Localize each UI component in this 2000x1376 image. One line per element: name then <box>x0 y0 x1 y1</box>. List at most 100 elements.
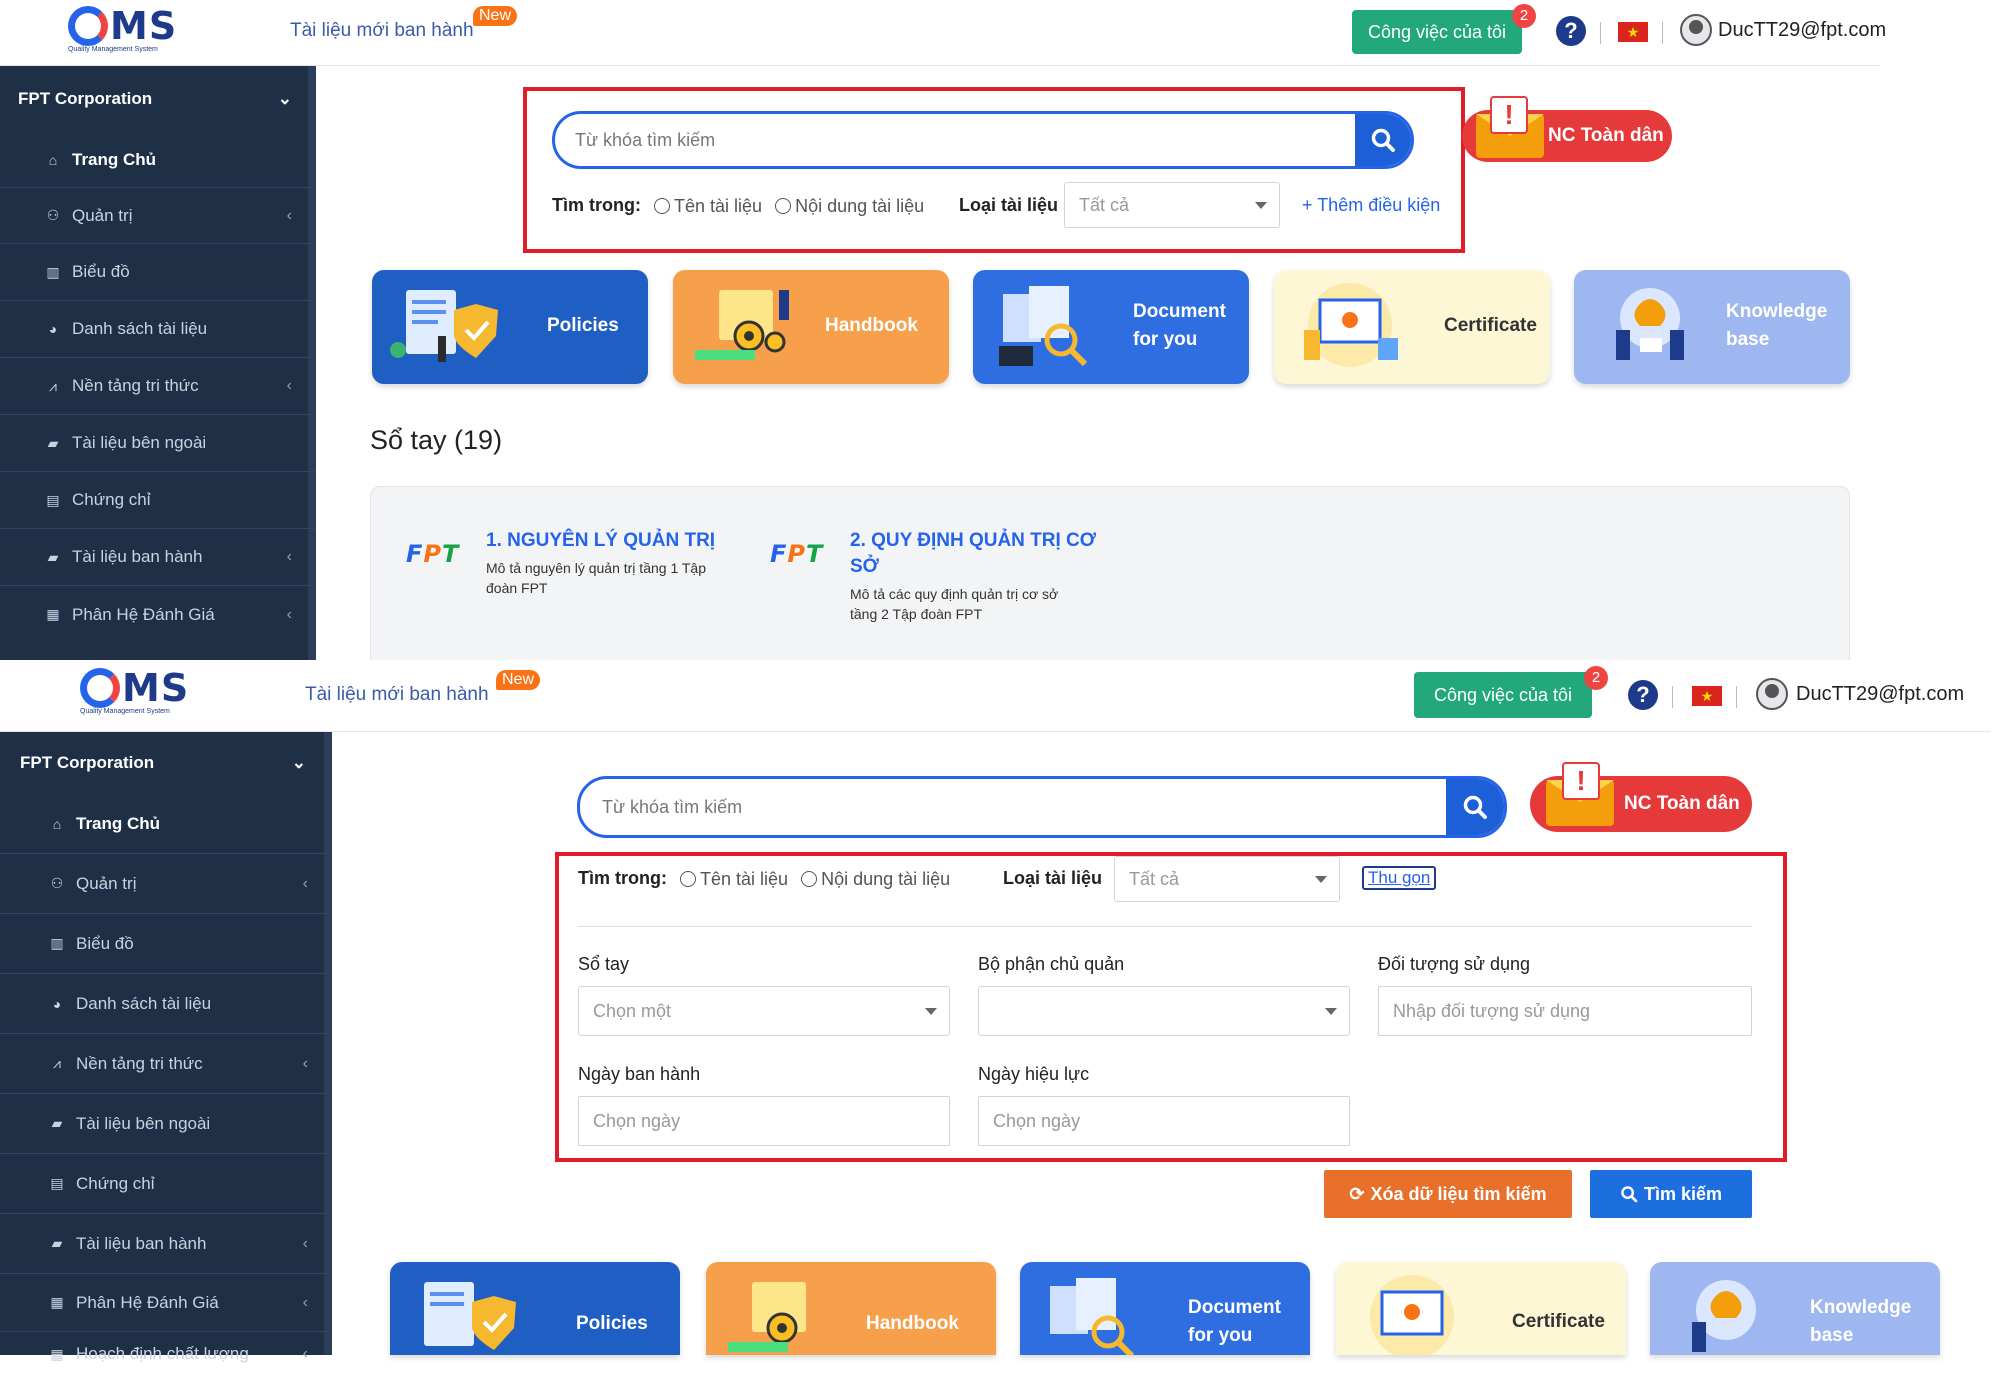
refresh-icon: ⟳ <box>1349 1183 1365 1204</box>
book-title-link[interactable]: 1. NGUYÊN LÝ QUẢN TRỊ <box>486 528 726 554</box>
sidebar-item-charts[interactable]: ▥ Biểu đồ <box>0 914 332 974</box>
doc-type-label: Loại tài liệu <box>1003 868 1103 888</box>
card-policies[interactable]: Policies <box>372 270 648 384</box>
vietnam-flag-icon[interactable]: ★ <box>1692 686 1722 706</box>
card-certificate[interactable]: Certificate <box>1336 1262 1626 1355</box>
card-document-for-you[interactable]: Document for you <box>1020 1262 1310 1355</box>
effective-date-label: Ngày hiệu lực <box>978 1064 1090 1084</box>
top-header: MS Quality Management System Tài liệu mớ… <box>0 0 1886 66</box>
search-input[interactable]: Từ khóa tìm kiếm <box>575 130 715 151</box>
handbook-select[interactable]: Chọn một <box>578 986 950 1036</box>
radio-label-name: Tên tài liệu <box>700 868 789 889</box>
chevron-left-icon: ‹ <box>302 1345 308 1362</box>
sidebar-item-certificates[interactable]: ▤ Chứng chỉ <box>0 472 316 529</box>
card-document-for-you[interactable]: Document for you <box>973 270 1249 384</box>
book-description: Mô tả nguyên lý quản trị tầng 1 Tập đoàn… <box>486 560 706 596</box>
radio-document-name[interactable] <box>680 871 696 888</box>
submit-search-button[interactable]: Tìm kiếm <box>1590 1170 1752 1218</box>
sidebar-item-knowledge[interactable]: ⩘ Nền tảng tri thức ‹ <box>0 358 316 415</box>
card-handbook[interactable]: Handbook <box>673 270 949 384</box>
calendar-icon: ▦ <box>50 1294 64 1310</box>
card-handbook[interactable]: Handbook <box>706 1262 996 1355</box>
new-badge: New <box>496 670 541 690</box>
sidebar-item-document-list[interactable]: ◕ Danh sách tài liệu <box>0 974 332 1034</box>
search-input[interactable]: Từ khóa tìm kiếm <box>602 797 742 818</box>
user-avatar-icon[interactable] <box>1680 14 1712 46</box>
policies-illustration-icon <box>424 1282 516 1350</box>
org-selector[interactable]: FPT Corporation ⌄ <box>0 732 332 794</box>
users-icon: ⚇ <box>46 207 60 223</box>
radio-label-content: Nội dung tài liệu <box>821 868 951 889</box>
bar-chart-icon: ▥ <box>46 263 60 280</box>
search-button[interactable] <box>1446 779 1504 835</box>
logo-text: MS <box>110 4 178 48</box>
knowledge-illustration-icon <box>1692 1280 1756 1352</box>
sidebar-item-home[interactable]: ⌂ Trang Chủ <box>0 794 332 854</box>
qms-logo[interactable]: MS Quality Management System <box>80 668 210 722</box>
sidebar-item-home[interactable]: ⌂ Trang Chủ <box>0 132 316 188</box>
chevron-left-icon: ‹ <box>302 1234 308 1252</box>
sidebar-item-external-docs[interactable]: ▰ Tài liệu bên ngoài <box>0 1094 332 1154</box>
users-icon: ⚇ <box>50 875 64 891</box>
card-title: Document for you <box>1133 301 1226 350</box>
sidebar-item-charts[interactable]: ▥ Biểu đồ <box>0 244 316 301</box>
search-bar[interactable]: Từ khóa tìm kiếm <box>577 776 1507 838</box>
search-bar[interactable]: Từ khóa tìm kiếm <box>552 111 1414 169</box>
my-tasks-button[interactable]: Công việc của tôi <box>1414 672 1592 718</box>
new-documents-link[interactable]: Tài liệu mới ban hành <box>290 20 474 42</box>
radio-document-content[interactable] <box>801 871 818 888</box>
chevron-left-icon: ‹ <box>286 548 292 565</box>
card-title: Handbook <box>825 315 918 336</box>
book-icon: ▰ <box>51 1115 63 1131</box>
sidebar: FPT Corporation ⌄ ⌂ Trang Chủ ⚇ Quản trị ‹ ▥… <box>0 66 316 660</box>
line-chart-icon: ⩘ <box>49 377 57 394</box>
user-avatar-icon[interactable] <box>1756 678 1788 710</box>
card-knowledge-base[interactable]: Knowledge base <box>1574 270 1850 384</box>
help-icon[interactable]: ? <box>1628 680 1658 710</box>
radio-document-name[interactable] <box>654 198 670 215</box>
sidebar-item-issued-docs[interactable]: ▰ Tài liệu ban hành ‹ <box>0 529 316 586</box>
help-icon[interactable]: ? <box>1556 16 1586 46</box>
sidebar-item-evaluation[interactable]: ▦ Phân Hệ Đánh Giá ‹ <box>0 1274 332 1332</box>
sidebar-item-certificates[interactable]: ▤ Chứng chỉ <box>0 1154 332 1214</box>
org-selector[interactable]: FPT Corporation ⌄ <box>0 66 316 132</box>
vietnam-flag-icon[interactable]: ★ <box>1618 22 1648 42</box>
caret-down-icon <box>1315 876 1327 883</box>
card-certificate[interactable]: Certificate <box>1274 270 1550 384</box>
new-documents-link[interactable]: Tài liệu mới ban hành <box>305 684 489 706</box>
sidebar-item-external-docs[interactable]: ▰ Tài liệu bên ngoài <box>0 415 316 472</box>
search-icon <box>1371 128 1395 152</box>
sidebar-item-issued-docs[interactable]: ▰ Tài liệu ban hành ‹ <box>0 1214 332 1274</box>
user-email[interactable]: DucTT29@fpt.com <box>1718 19 1886 42</box>
card-knowledge-base[interactable]: Knowledge base <box>1650 1262 1940 1355</box>
card-policies[interactable]: Policies <box>390 1262 680 1355</box>
card-title: Knowledge base <box>1810 1297 1912 1346</box>
doc-type-select[interactable]: Tất cả <box>1064 182 1280 228</box>
sidebar-item-quality-planning[interactable]: ▦ Hoạch định chất lượng ‹ <box>0 1332 332 1376</box>
search-icon <box>1621 1186 1638 1203</box>
clear-search-button[interactable]: ⟳ Xóa dữ liệu tìm kiếm <box>1324 1170 1572 1218</box>
sidebar-item-evaluation[interactable]: ▦ Phân Hệ Đánh Giá ‹ <box>0 586 316 643</box>
add-condition-link[interactable]: + Thêm điều kiện <box>1302 195 1440 216</box>
qms-logo[interactable]: MS Quality Management System <box>68 6 198 60</box>
doc-type-select[interactable]: Tất cả <box>1114 856 1340 902</box>
chevron-left-icon: ‹ <box>286 377 292 394</box>
issue-date-picker[interactable]: Chọn ngày <box>578 1096 950 1146</box>
radio-document-content[interactable] <box>775 198 792 215</box>
sidebar-item-document-list[interactable]: ◕ Danh sách tài liệu <box>0 301 316 358</box>
sidebar-item-knowledge[interactable]: ⩘ Nền tảng tri thức ‹ <box>0 1034 332 1094</box>
collapse-link[interactable]: Thu gọn <box>1362 866 1437 890</box>
sidebar-item-admin[interactable]: ⚇ Quản trị ‹ <box>0 854 332 914</box>
sidebar-item-admin[interactable]: ⚇ Quản trị ‹ <box>0 188 316 244</box>
line-chart-icon: ⩘ <box>53 1055 61 1071</box>
department-field-label: Bộ phận chủ quản <box>978 954 1125 974</box>
search-button[interactable] <box>1355 114 1411 166</box>
my-tasks-button[interactable]: Công việc của tôi <box>1352 10 1522 54</box>
new-badge: New <box>473 6 518 26</box>
user-email[interactable]: DucTT29@fpt.com <box>1796 683 1964 706</box>
audience-input[interactable]: Nhập đối tượng sử dụng <box>1378 986 1752 1036</box>
effective-date-picker[interactable]: Chọn ngày <box>978 1096 1350 1146</box>
department-select[interactable] <box>978 986 1350 1036</box>
book-title-link[interactable]: 2. QUY ĐỊNH QUẢN TRỊ CƠ SỞ <box>850 528 1110 580</box>
handbook-field-label: Sổ tay <box>578 954 630 974</box>
